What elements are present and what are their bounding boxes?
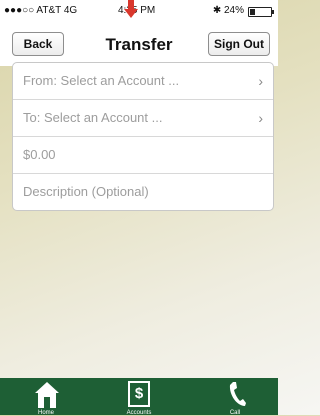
from-account-placeholder: From: Select an Account ... <box>23 73 180 88</box>
transfer-form: From: Select an Account ... › To: Select… <box>12 62 274 211</box>
tab-accounts[interactable]: $ Accounts <box>109 378 169 416</box>
tab-home-label: Home <box>37 410 54 416</box>
tab-bar: Home $ Accounts Call <box>0 378 278 416</box>
to-account-placeholder: To: Select an Account ... <box>23 110 163 125</box>
battery-percent: ✱ 24% <box>212 5 244 16</box>
tab-call-label: Call <box>229 410 241 416</box>
chevron-right-icon: › <box>258 73 263 89</box>
tab-home[interactable]: Home <box>16 378 76 416</box>
tab-accounts-label: Accounts <box>126 410 152 416</box>
navigation-bar: Back Transfer Sign Out <box>0 22 278 66</box>
tab-call[interactable]: Call <box>205 378 265 416</box>
status-bar: ●●●○○ AT&T 4G 4:35 PM ✱ 24% <box>0 0 278 22</box>
dollar-document-icon: $ <box>125 379 150 407</box>
amount-placeholder: $0.00 <box>23 147 56 162</box>
carrier-signal: ●●●○○ AT&T 4G <box>4 5 78 16</box>
from-account-select[interactable]: From: Select an Account ... › <box>13 63 273 100</box>
to-account-select[interactable]: To: Select an Account ... › <box>13 100 273 137</box>
description-field[interactable]: Description (Optional) <box>13 174 273 210</box>
sign-out-button[interactable]: Sign Out <box>208 32 270 56</box>
description-placeholder: Description (Optional) <box>23 184 149 199</box>
chevron-right-icon: › <box>258 110 263 126</box>
phone-icon <box>229 382 246 406</box>
home-icon <box>35 382 59 408</box>
battery-icon <box>248 7 274 17</box>
amount-field[interactable]: $0.00 <box>13 137 273 174</box>
